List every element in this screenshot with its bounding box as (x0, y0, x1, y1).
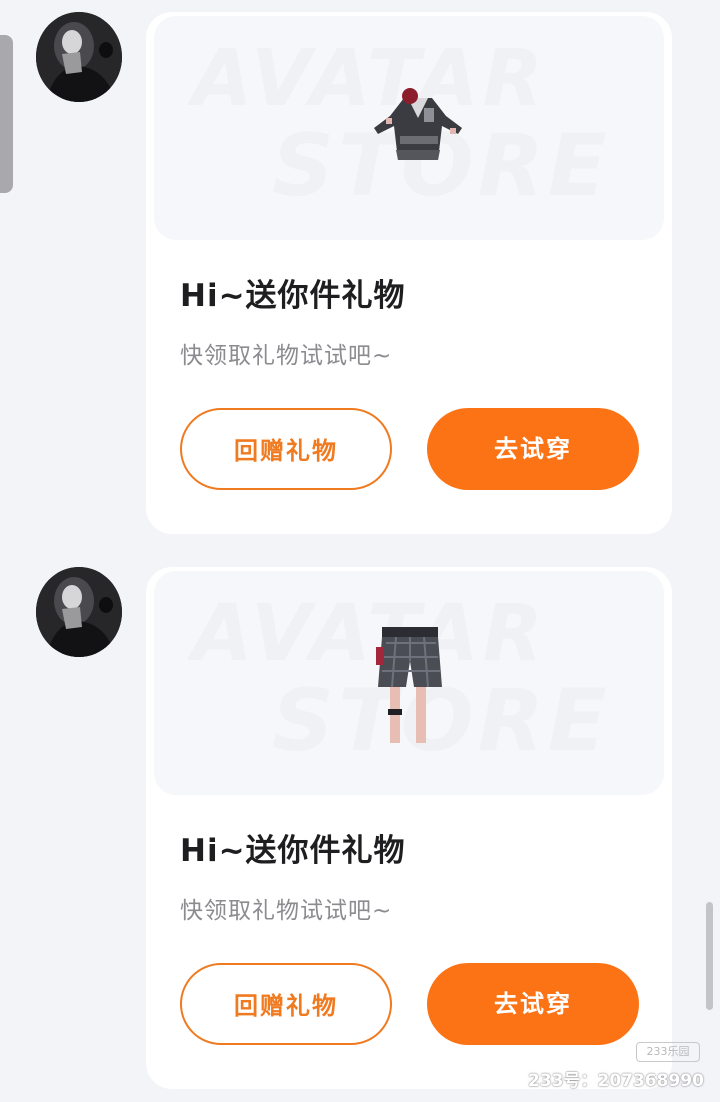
gift-banner: AVATAR STORE (154, 16, 664, 240)
avatar-photo (36, 567, 122, 657)
shorts-item-image (376, 627, 442, 743)
gift-title: Hi~送你件礼物 (180, 278, 406, 314)
jacket-item-image (374, 88, 462, 160)
return-gift-button[interactable]: 回赠礼物 (180, 963, 392, 1045)
gift-banner: AVATAR STORE (154, 571, 664, 795)
sender-avatar[interactable] (36, 12, 122, 102)
try-on-button[interactable]: 去试穿 (427, 408, 639, 490)
gift-card: AVATAR STORE Hi~送你件礼物 快领取礼物试试吧~ 回赠礼物 去试穿 (146, 567, 672, 1089)
avatar-photo (36, 12, 122, 102)
gift-card: AVATAR STORE Hi~送你件礼物 快领取礼物试试吧~ 回赠礼物 去试穿 (146, 12, 672, 534)
try-on-button[interactable]: 去试穿 (427, 963, 639, 1045)
side-drawer-handle[interactable] (0, 35, 13, 193)
scrollbar-thumb[interactable] (706, 902, 713, 1010)
gift-title: Hi~送你件礼物 (180, 833, 406, 869)
gift-subtitle: 快领取礼物试试吧~ (180, 343, 393, 369)
watermark-text: AVATAR (192, 589, 547, 679)
account-id-watermark: 233号：207368990 (528, 1071, 704, 1091)
sender-avatar[interactable] (36, 567, 122, 657)
brand-logo: 233乐园 (636, 1042, 700, 1062)
return-gift-button[interactable]: 回赠礼物 (180, 408, 392, 490)
gift-subtitle: 快领取礼物试试吧~ (180, 898, 393, 924)
